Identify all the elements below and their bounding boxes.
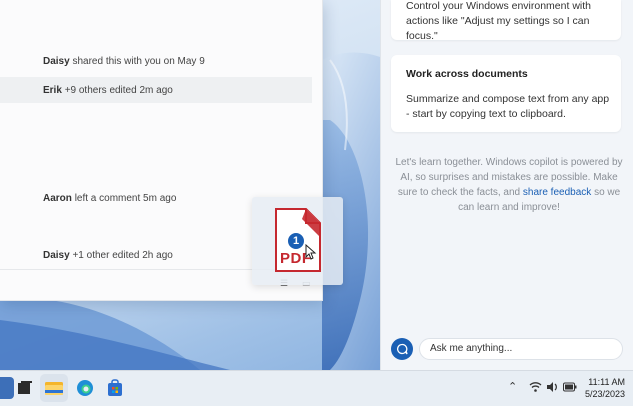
card-title: Work across documents: [406, 68, 528, 80]
activity-text: +9 others edited 2m ago: [64, 84, 173, 96]
start-icon[interactable]: [0, 377, 14, 399]
taskbar: ⌃ 11:11 AM 5/23/2023: [0, 370, 633, 406]
copilot-pane: Control your Windows environment with ac…: [380, 0, 633, 370]
battery-icon[interactable]: [563, 382, 577, 392]
cursor-arrow-icon: [305, 244, 317, 260]
task-view-icon[interactable]: [14, 377, 36, 399]
chat-bubble-icon: [397, 343, 408, 355]
chevron-up-icon[interactable]: ⌃: [508, 380, 517, 393]
chat-input-area: Ask me anything...: [391, 338, 623, 362]
store-icon[interactable]: [104, 377, 126, 399]
activity-user: Daisy: [43, 249, 70, 261]
file-explorer-icon[interactable]: [43, 377, 65, 399]
ask-anything-input[interactable]: Ask me anything...: [419, 338, 623, 360]
wifi-icon[interactable]: [529, 381, 542, 393]
file-count-badge: 1: [286, 231, 306, 251]
activity-user: Daisy: [43, 55, 70, 67]
edge-browser-icon[interactable]: [74, 377, 96, 399]
clock-time: 11:11 AM: [588, 377, 625, 387]
activity-user: Aaron: [43, 192, 72, 204]
card-body: Control your Windows environment with ac…: [406, 0, 591, 42]
activity-text: +1 other edited 2h ago: [72, 249, 173, 261]
card-body: Summarize and compose text from any app …: [406, 93, 610, 120]
activity-item[interactable]: Daisy shared this with you on May 9: [0, 48, 312, 74]
suggestion-card-settings[interactable]: Control your Windows environment with ac…: [391, 0, 621, 42]
suggestion-card-documents[interactable]: Work across documents Summarize and comp…: [391, 55, 621, 132]
volume-icon[interactable]: [546, 381, 559, 393]
activity-text: left a comment 5m ago: [74, 192, 177, 204]
copilot-new-topic-button[interactable]: [391, 338, 413, 360]
activity-item[interactable]: Erik +9 others edited 2m ago: [0, 77, 312, 103]
clock-date: 5/23/2023: [584, 389, 625, 399]
system-clock[interactable]: 11:11 AM 5/23/2023: [585, 376, 625, 400]
copilot-disclaimer: Let's learn together. Windows copilot is…: [395, 155, 623, 215]
activity-user: Erik: [43, 84, 62, 96]
share-feedback-link[interactable]: share feedback: [523, 187, 591, 198]
activity-text: shared this with you on May 9: [72, 55, 205, 67]
